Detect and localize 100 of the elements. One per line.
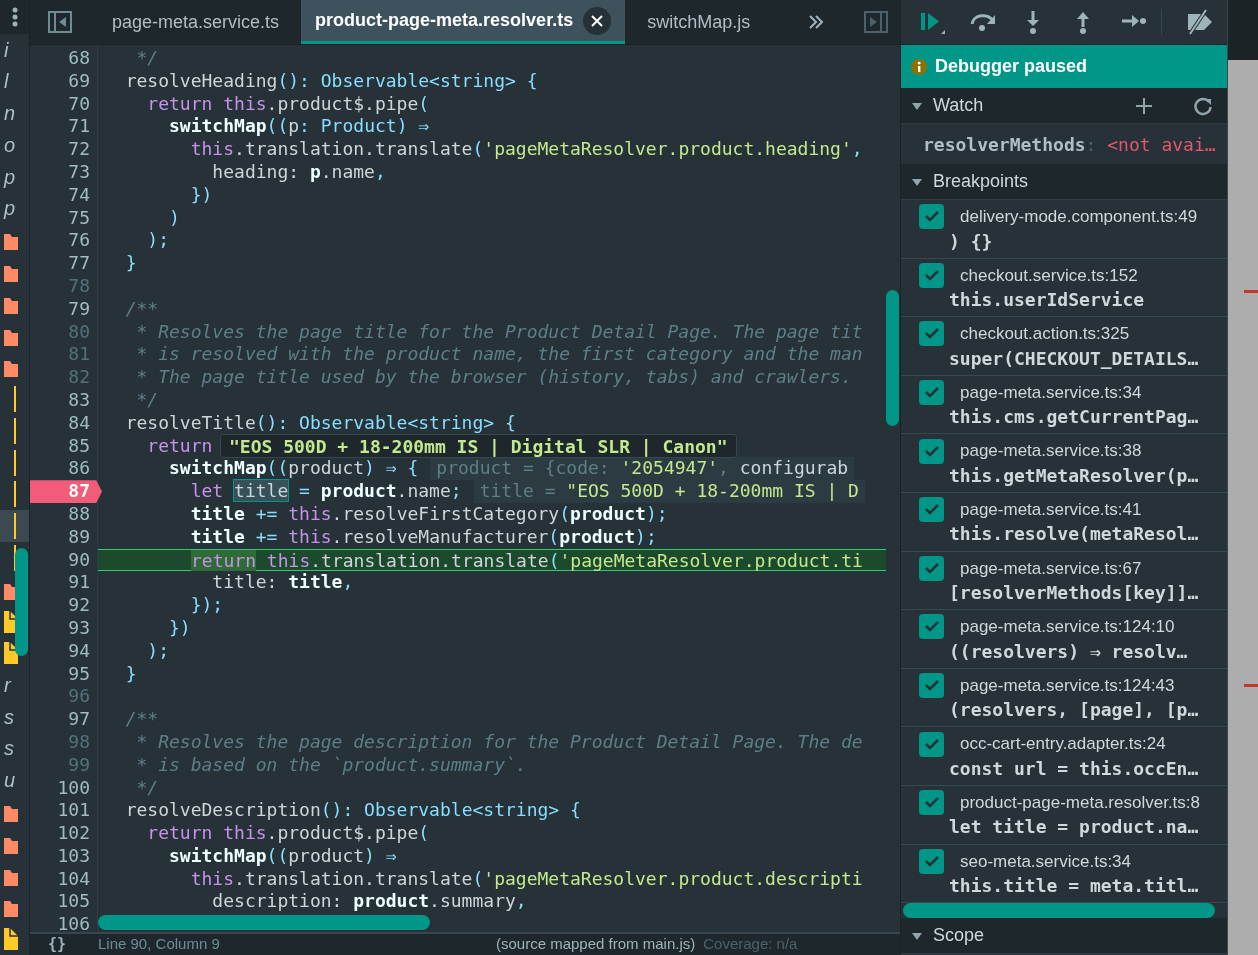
watch-expression[interactable]: resolverMethods: <not avai… bbox=[901, 124, 1227, 164]
code-line: * The page title used by the browser (history, tabs) and crawlers. bbox=[135, 366, 852, 389]
breakpoint-location[interactable]: page-meta.service.ts:41 bbox=[960, 496, 1142, 523]
checkbox[interactable] bbox=[919, 497, 944, 523]
tree-guide-line bbox=[14, 513, 16, 540]
breakpoint-code: this.userIdService bbox=[948, 288, 1146, 313]
section-title: Scope bbox=[933, 924, 985, 947]
section-header[interactable]: Breakpoints bbox=[901, 164, 1227, 200]
check-icon bbox=[924, 211, 939, 223]
folder-icon[interactable] bbox=[4, 867, 18, 886]
section-title: Breakpoints bbox=[933, 170, 1029, 193]
line-number: 97 bbox=[67, 708, 91, 731]
toggle-debugger-icon[interactable] bbox=[864, 11, 888, 33]
folder-icon[interactable] bbox=[4, 804, 18, 823]
code-line: resolveHeading(): Observable<string> { bbox=[124, 69, 538, 93]
info-icon bbox=[911, 58, 927, 75]
breakpoint-location[interactable]: delivery-mode.component.ts:49 bbox=[960, 204, 1198, 230]
check-icon bbox=[924, 328, 939, 340]
tree-item-label[interactable]: n bbox=[4, 103, 16, 124]
breakpoint-location[interactable]: occ-cart-entry.adapter.ts:24 bbox=[960, 731, 1166, 757]
check-icon bbox=[924, 269, 939, 281]
folder-icon[interactable] bbox=[4, 264, 18, 283]
checkbox[interactable] bbox=[919, 204, 944, 230]
folder-icon[interactable] bbox=[4, 835, 18, 854]
folder-icon[interactable] bbox=[4, 295, 18, 314]
line-number: 75 bbox=[67, 206, 91, 230]
breakpoint-location[interactable]: seo-meta.service.ts:34 bbox=[960, 848, 1131, 875]
refresh-icon[interactable] bbox=[1193, 95, 1213, 116]
checkbox[interactable] bbox=[919, 555, 944, 581]
folder-icon[interactable] bbox=[4, 359, 18, 378]
tree-item-label[interactable]: s bbox=[4, 738, 14, 759]
folder-icon[interactable] bbox=[4, 232, 18, 251]
tree-item-label[interactable]: l bbox=[4, 71, 9, 92]
tree-item-label[interactable]: u bbox=[4, 770, 16, 791]
section-header[interactable]: Watch bbox=[901, 88, 1227, 124]
checkbox[interactable] bbox=[919, 848, 944, 874]
breakpoint-code: (resolvers, [page], [p… bbox=[948, 698, 1200, 723]
code-line: } bbox=[124, 252, 137, 275]
tree-item-label[interactable]: o bbox=[4, 134, 16, 155]
tree-item-label[interactable]: p bbox=[4, 198, 16, 219]
checkbox[interactable] bbox=[919, 731, 944, 757]
tree-item-label[interactable]: s bbox=[4, 706, 14, 727]
scrollbar-thumb[interactable] bbox=[15, 548, 28, 656]
breakpoint-location[interactable]: checkout.service.ts:152 bbox=[960, 262, 1138, 289]
tree-guide-line bbox=[14, 481, 16, 508]
breakpoint-location[interactable]: page-meta.service.ts:34 bbox=[960, 379, 1142, 406]
code-line: ); bbox=[146, 639, 170, 663]
file-icon[interactable] bbox=[4, 928, 18, 951]
checkbox[interactable] bbox=[919, 321, 944, 347]
code-line: title: title, bbox=[211, 571, 354, 595]
line-number: 81 bbox=[67, 343, 91, 367]
horizontal-scrollbar-thumb[interactable] bbox=[98, 915, 430, 930]
file-tab[interactable]: switchMap.js bbox=[625, 0, 773, 44]
breakpoint-code: this.cms.getCurrentPag… bbox=[948, 405, 1200, 430]
breakpoint-location[interactable]: checkout.action.ts:325 bbox=[960, 321, 1130, 347]
more-icon[interactable] bbox=[11, 6, 18, 27]
line-number: 98 bbox=[67, 730, 91, 754]
code-line: return bbox=[146, 434, 213, 458]
breakpoint-location[interactable]: page-meta.service.ts:124:43 bbox=[960, 672, 1175, 699]
line-number: 93 bbox=[67, 616, 91, 640]
breakpoint-code: const url = this.occEn… bbox=[948, 756, 1200, 781]
line-number: 94 bbox=[67, 639, 91, 663]
line-number: 77 bbox=[67, 252, 91, 275]
checkbox[interactable] bbox=[919, 380, 944, 406]
line-number: 70 bbox=[67, 92, 91, 116]
horizontal-scrollbar-thumb[interactable] bbox=[903, 903, 1215, 918]
folder-icon[interactable] bbox=[4, 327, 18, 346]
format-button[interactable]: {} bbox=[30, 933, 98, 955]
check-icon bbox=[924, 797, 939, 809]
cursor-position: Line 90, Column 9 bbox=[98, 934, 221, 955]
check-icon bbox=[924, 562, 939, 574]
checkbox[interactable] bbox=[919, 673, 944, 698]
code-line: title += this.resolveManufacturer(product); bbox=[189, 525, 657, 549]
breakpoint-location[interactable]: page-meta.service.ts:67 bbox=[960, 555, 1142, 582]
section-header[interactable]: Scope bbox=[901, 918, 1227, 954]
code-line: return this.product$.pipe( bbox=[146, 822, 430, 845]
more-tabs-icon[interactable] bbox=[808, 15, 825, 29]
code-line: switchMap((product) ⇒ bbox=[168, 844, 397, 868]
tree-item-label[interactable]: p bbox=[4, 166, 16, 187]
checkbox[interactable] bbox=[919, 614, 944, 640]
line-number: 100 bbox=[56, 776, 91, 800]
tree-item-label[interactable]: r bbox=[4, 674, 11, 695]
close-icon[interactable] bbox=[591, 14, 604, 27]
checkbox[interactable] bbox=[919, 790, 944, 816]
file-tab[interactable]: product-page-meta.resolver.ts bbox=[301, 0, 626, 44]
breakpoint-location[interactable]: page-meta.service.ts:124:10 bbox=[960, 614, 1175, 640]
code-line: resolveDescription(): Observable<string> { bbox=[124, 799, 581, 823]
close-tab-button[interactable] bbox=[583, 6, 612, 35]
vertical-scrollbar-thumb[interactable] bbox=[886, 290, 899, 426]
code-line: */ bbox=[135, 47, 159, 70]
file-tab[interactable]: page-meta.service.ts bbox=[90, 0, 302, 44]
add-icon[interactable] bbox=[1135, 96, 1153, 115]
breakpoint-location[interactable]: product-page-meta.resolver.ts:8 bbox=[960, 789, 1200, 816]
folder-icon[interactable] bbox=[4, 899, 18, 918]
code-line: * is resolved with the product name, the first category and the man bbox=[135, 343, 863, 367]
checkbox[interactable] bbox=[919, 262, 944, 288]
toggle-navigator-icon[interactable] bbox=[48, 11, 72, 33]
tree-item-label[interactable]: i bbox=[4, 39, 9, 60]
checkbox[interactable] bbox=[919, 438, 944, 464]
breakpoint-location[interactable]: page-meta.service.ts:38 bbox=[960, 438, 1142, 464]
